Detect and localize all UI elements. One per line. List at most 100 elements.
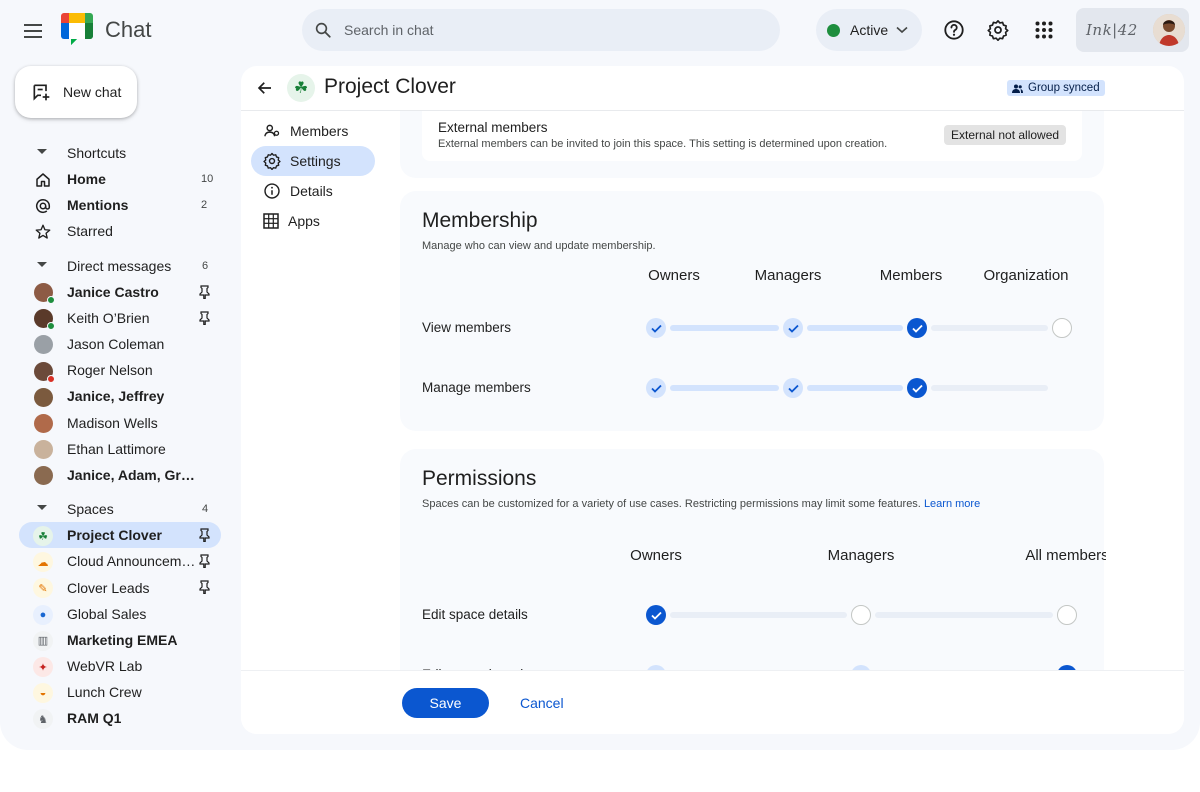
pin-icon[interactable] xyxy=(199,554,210,573)
settings-content: External members External members can be… xyxy=(400,111,1106,671)
spaces-header-label: Spaces xyxy=(67,501,114,518)
permission-check-icon[interactable] xyxy=(783,378,803,398)
subnav-apps[interactable]: Apps xyxy=(251,206,381,236)
space-icon-wrapper: ✎ xyxy=(33,578,53,599)
space-item[interactable]: ☘ Project Clover xyxy=(0,522,232,549)
space-emoji-icon: ✎ xyxy=(33,578,53,599)
star-icon xyxy=(33,222,53,242)
space-icon-wrapper: ● xyxy=(33,604,53,625)
permission-check-icon[interactable] xyxy=(907,378,927,398)
sidebar-item-label: Ethan Lattimore xyxy=(67,440,166,457)
dm-count: 6 xyxy=(202,259,209,272)
sidebar-item-home[interactable]: Home 10 xyxy=(0,166,232,192)
space-item[interactable]: ◒ Lunch Crew xyxy=(0,679,232,705)
permission-option-radio[interactable] xyxy=(1057,605,1077,625)
user-avatar[interactable] xyxy=(1153,14,1185,46)
at-icon xyxy=(33,196,53,216)
avatar-wrapper xyxy=(33,440,53,460)
avatar xyxy=(33,309,55,331)
permission-option-radio[interactable] xyxy=(1052,318,1072,338)
home-icon xyxy=(33,170,53,190)
shortcuts-header[interactable]: Shortcuts xyxy=(0,140,232,166)
dm-item[interactable]: Janice Castro xyxy=(0,279,232,305)
membership-description: Manage who can view and update membershi… xyxy=(422,240,656,252)
subnav-members[interactable]: Members xyxy=(251,116,381,146)
space-subnav: Members Settings Details Apps xyxy=(251,116,381,236)
sidebar-item-label: Cloud Announceme... xyxy=(67,553,197,570)
sidebar-item-label: WebVR Lab xyxy=(67,658,143,675)
search-input[interactable] xyxy=(344,22,744,38)
sidebar-item-label: RAM Q1 xyxy=(67,710,122,727)
new-chat-button[interactable]: New chat xyxy=(15,66,137,118)
sidebar-item-label: Lunch Crew xyxy=(67,684,142,701)
help-button[interactable] xyxy=(940,16,968,44)
space-item[interactable]: ✦ WebVR Lab xyxy=(0,653,232,679)
space-item[interactable]: ☁ Cloud Announceme... xyxy=(0,548,232,574)
pin-icon[interactable] xyxy=(199,284,210,304)
avatar-wrapper xyxy=(33,361,55,383)
group-synced-label: Group synced xyxy=(1028,82,1100,94)
permission-track xyxy=(670,612,847,618)
learn-more-link[interactable]: Learn more xyxy=(924,498,980,510)
dm-item[interactable]: Janice, Jeffrey xyxy=(0,383,232,409)
search-bar[interactable] xyxy=(302,9,780,51)
group-synced-badge: Group synced xyxy=(1007,80,1105,96)
sidebar-item-starred[interactable]: Starred xyxy=(0,218,232,244)
main-menu-button[interactable] xyxy=(19,16,49,46)
subnav-label: Members xyxy=(290,123,349,139)
permission-check-icon[interactable] xyxy=(646,318,666,338)
dm-item[interactable]: Keith O’Brien xyxy=(0,305,232,331)
pin-icon[interactable] xyxy=(199,311,210,330)
dm-item[interactable]: Jason Coleman xyxy=(0,331,232,357)
avatar xyxy=(33,335,53,355)
permission-check-icon[interactable] xyxy=(646,605,666,625)
permissions-title: Permissions xyxy=(422,467,537,490)
permission-option-radio[interactable] xyxy=(851,605,871,625)
cancel-button[interactable]: Cancel xyxy=(512,688,572,718)
dm-item[interactable]: Ethan Lattimore xyxy=(0,436,232,462)
subnav-label: Details xyxy=(290,183,333,199)
unread-count: 2 xyxy=(201,199,208,212)
space-item[interactable]: ♞ RAM Q1 xyxy=(0,705,232,731)
subnav-settings[interactable]: Settings xyxy=(251,146,375,176)
space-item[interactable]: ● Global Sales xyxy=(0,601,232,627)
sidebar-item-label: Madison Wells xyxy=(67,414,158,431)
dm-item[interactable]: Roger Nelson xyxy=(0,357,232,383)
apps-grid-icon xyxy=(1035,21,1053,39)
avatar-wrapper xyxy=(33,414,53,434)
sidebar-item-label: Clover Leads xyxy=(67,579,150,596)
settings-button[interactable] xyxy=(984,16,1012,44)
back-button[interactable] xyxy=(253,76,277,100)
space-icon-wrapper: ▥ xyxy=(33,630,53,651)
subnav-details[interactable]: Details xyxy=(251,176,381,206)
caret-down-icon xyxy=(37,261,47,267)
external-members-title: External members xyxy=(438,120,548,135)
dm-item[interactable]: Janice, Adam, Gre... xyxy=(0,462,232,488)
permissions-card: Permissions Spaces can be customized for… xyxy=(400,449,1106,671)
space-emoji-icon: ◒ xyxy=(33,683,53,704)
space-item[interactable]: ✎ Clover Leads xyxy=(0,574,232,600)
space-item[interactable]: ▥ Marketing EMEA xyxy=(0,627,232,653)
info-icon xyxy=(264,183,280,199)
help-icon xyxy=(944,20,964,40)
pin-icon[interactable] xyxy=(199,528,210,547)
google-apps-button[interactable] xyxy=(1030,16,1058,44)
external-members-box: External members External members can be… xyxy=(422,111,1082,161)
space-icon-wrapper: ☁ xyxy=(33,552,53,573)
permission-check-icon[interactable] xyxy=(783,318,803,338)
gear-icon xyxy=(987,20,1009,41)
sidebar-item-mentions[interactable]: Mentions 2 xyxy=(0,192,232,218)
account-switcher[interactable]: Ink|42 xyxy=(1076,8,1189,52)
hamburger-icon xyxy=(24,24,42,38)
direct-messages-header[interactable]: Direct messages 6 xyxy=(0,253,232,279)
spaces-header[interactable]: Spaces 4 xyxy=(0,496,232,522)
pin-icon[interactable] xyxy=(199,580,210,599)
avatar-wrapper xyxy=(33,466,53,486)
permission-track xyxy=(875,612,1053,618)
status-dropdown[interactable]: Active xyxy=(816,9,922,51)
permission-check-icon[interactable] xyxy=(646,378,666,398)
chat-app: Chat Active Ink|42 New chat Sho xyxy=(0,0,1200,750)
save-button[interactable]: Save xyxy=(402,688,489,718)
permission-check-icon[interactable] xyxy=(907,318,927,338)
dm-item[interactable]: Madison Wells xyxy=(0,410,232,436)
